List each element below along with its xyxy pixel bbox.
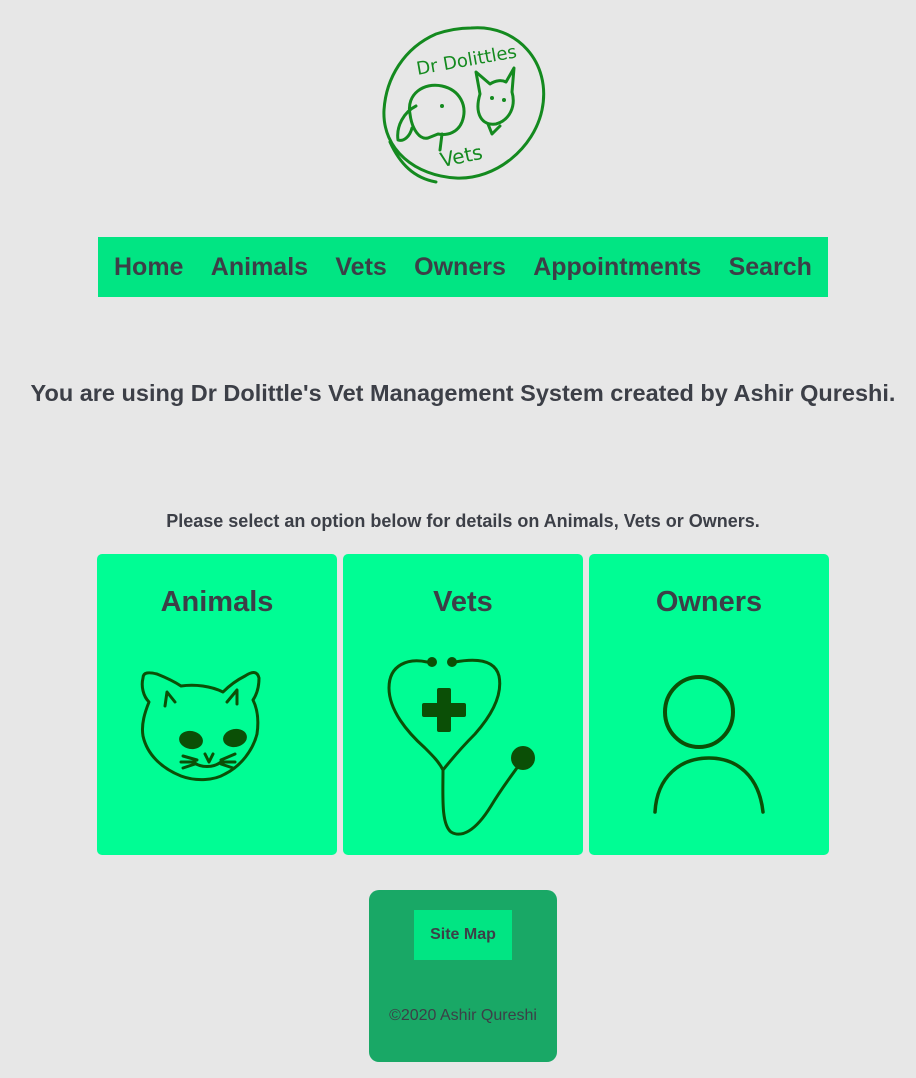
logo: Dr Dolittles Vets: [376, 22, 550, 186]
instruction-text: Please select an option below for detail…: [166, 511, 760, 531]
nav-animals-link[interactable]: Animals: [211, 253, 308, 282]
card-title-vets: Vets: [433, 586, 493, 618]
footer: Site Map ©2020 Ashir Qureshi: [369, 890, 557, 1062]
card-title-owners: Owners: [655, 586, 763, 618]
nav-appointments-link[interactable]: Appointments: [533, 253, 701, 282]
nav-vets-link[interactable]: Vets: [335, 253, 386, 282]
page: Dr Dolittles Vets Home Animals Vets Owne…: [0, 0, 916, 1078]
site-map-button[interactable]: Site Map: [414, 910, 512, 960]
nav-owners-link[interactable]: Owners: [414, 253, 506, 282]
nav-search-link[interactable]: Search: [729, 253, 812, 282]
person-icon: [589, 650, 829, 840]
logo-text-top: Dr Dolittles: [415, 41, 519, 79]
owners-card[interactable]: Owners: [589, 554, 829, 855]
stethoscope-icon: [343, 650, 583, 840]
nav-home-link[interactable]: Home: [114, 253, 183, 282]
welcome-headline: You are using Dr Dolittle's Vet Manageme…: [30, 380, 896, 406]
card-title-animals: Animals: [160, 586, 274, 618]
vets-card[interactable]: Vets: [343, 554, 583, 855]
logo-image: Dr Dolittles Vets: [382, 26, 546, 184]
cat-icon: [97, 650, 337, 840]
animals-card[interactable]: Animals: [97, 554, 337, 855]
logo-text-bottom: Vets: [438, 140, 485, 172]
main-nav: Home Animals Vets Owners Appointments Se…: [98, 237, 828, 297]
copyright-text: ©2020 Ashir Qureshi: [389, 1007, 537, 1024]
